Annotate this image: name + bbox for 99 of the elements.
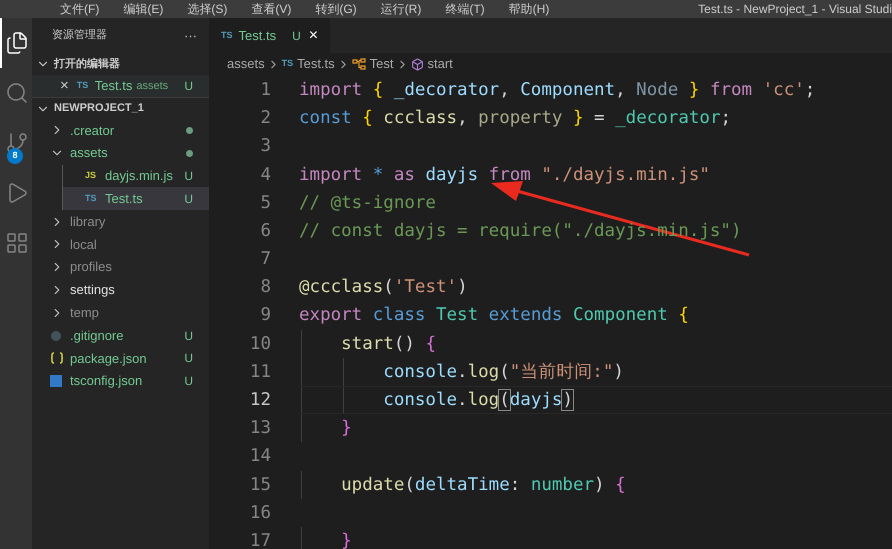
code-line: console.log("当前时间:")	[382, 360, 624, 384]
file-name: library	[70, 212, 106, 231]
line-number: 5	[259, 192, 271, 215]
menu-item[interactable]: 选择(S)	[187, 0, 228, 18]
menu-item[interactable]: 文件(F)	[60, 0, 100, 18]
count-badge: 8	[7, 148, 23, 164]
folder-item[interactable]: profiles	[32, 256, 209, 279]
code-line: // @ts-ignore	[299, 192, 436, 215]
code-line: console.log(dayjs)	[382, 389, 573, 412]
file-name: .creator	[70, 122, 114, 140]
menu-item[interactable]: 转到(G)	[315, 0, 357, 18]
file-name: temp	[70, 304, 99, 322]
config-file-icon	[50, 375, 62, 388]
menu-item[interactable]: 编辑(E)	[123, 0, 164, 18]
line-number: 15	[248, 474, 271, 497]
file-name: settings	[70, 281, 115, 300]
cube-icon	[410, 58, 424, 70]
line-number: 13	[248, 417, 271, 440]
code-line: update(deltaTime: number) {	[340, 474, 626, 497]
file-name: Test.ts	[94, 77, 132, 96]
file-name: .gitignore	[70, 326, 124, 345]
window-title: Test.ts - NewProject_1 - Visual Studi	[698, 1, 892, 18]
file-name: dayjs.min.js	[105, 167, 173, 186]
code-line: }	[340, 417, 352, 440]
folder-hint: assets	[136, 78, 168, 94]
breadcrumb-item[interactable]: start	[428, 54, 453, 74]
code-line: import * as dayjs from "./dayjs.min.js"	[299, 164, 710, 187]
line-number: 6	[259, 220, 271, 243]
file-item[interactable]: tsconfig.json U	[32, 370, 209, 393]
close-button[interactable]: ×	[308, 24, 318, 48]
line-number: 12	[248, 389, 271, 412]
open-editor-item[interactable]: × TS Test.ts assets U	[32, 75, 209, 97]
ts-file-icon: TS	[282, 57, 294, 71]
menu-item[interactable]: 终端(T)	[445, 0, 485, 18]
ts-file-icon: TS	[85, 192, 101, 206]
file-item[interactable]: TS Test.ts U	[63, 187, 209, 210]
folder-item[interactable]: local	[32, 232, 209, 256]
git-status-label: U	[184, 328, 193, 345]
line-number: 2	[259, 107, 271, 130]
files-icon[interactable]	[5, 31, 29, 55]
git-status-label: U	[292, 28, 301, 44]
code-line: const { ccclass, property } = _decorator;	[299, 107, 732, 130]
braces-file-icon	[50, 352, 64, 364]
git-status-label: U	[184, 373, 193, 390]
breadcrumb-item[interactable]: Test.ts	[297, 54, 335, 74]
line-number: 4	[259, 164, 271, 187]
folder-item[interactable]: .creator	[32, 119, 209, 142]
class-icon	[352, 58, 366, 70]
file-name: profiles	[70, 258, 112, 276]
search-icon[interactable]	[5, 81, 29, 105]
git-status-label: U	[184, 168, 193, 185]
line-number: 3	[259, 135, 271, 158]
line-number: 17	[248, 530, 271, 549]
line-number: 9	[259, 304, 271, 328]
file-item[interactable]: JS dayjs.min.js U	[63, 164, 209, 188]
section-header[interactable]: NEWPROJECT_1	[32, 97, 209, 119]
git-status-label: U	[184, 78, 193, 95]
file-item[interactable]: package.json U	[32, 346, 209, 370]
git-status-label: U	[184, 190, 193, 208]
line-number: 8	[259, 276, 271, 300]
grid-icon[interactable]	[5, 231, 29, 255]
file-name: assets	[70, 144, 108, 162]
section-title: NEWPROJECT_1	[54, 101, 144, 116]
breadcrumb-item[interactable]: Test	[370, 54, 394, 74]
folder-item[interactable]: temp	[32, 301, 209, 324]
menu-item[interactable]: 查看(V)	[251, 0, 292, 18]
menu-item[interactable]: 运行(R)	[380, 0, 422, 18]
js-file-icon: JS	[85, 169, 101, 183]
editor-tab[interactable]: TS Test.ts U ×	[209, 18, 330, 53]
git-status-label: U	[184, 350, 193, 368]
more-actions-button[interactable]: ···	[184, 26, 197, 46]
code-line: export class Test extends Component {	[299, 304, 689, 328]
code-line: start() {	[340, 332, 436, 356]
line-number: 14	[248, 445, 271, 468]
breadcrumb-item[interactable]: assets	[227, 54, 265, 74]
sidebar-title: 资源管理器	[52, 28, 107, 44]
section-header[interactable]: 打开的编辑器	[32, 53, 209, 75]
file-name: Test.ts	[105, 190, 143, 208]
file-name: tsconfig.json	[70, 372, 142, 390]
folder-item[interactable]: settings	[32, 278, 209, 302]
menu-item[interactable]: 帮助(H)	[508, 0, 550, 18]
ts-file-icon: TS	[76, 79, 93, 93]
line-number: 11	[248, 360, 271, 384]
file-name: local	[70, 236, 97, 254]
folder-item[interactable]: assets	[32, 142, 209, 165]
ts-file-icon: TS	[221, 28, 233, 42]
file-item[interactable]: .gitignore U	[32, 324, 209, 347]
line-number: 7	[259, 248, 271, 272]
code-line: import { _decorator, Component, Node } from 'cc';	[299, 78, 816, 102]
section-title: 打开的编辑器	[54, 56, 120, 72]
code-line: }	[340, 530, 352, 549]
folder-item[interactable]: library	[32, 210, 209, 233]
line-number: 1	[259, 78, 271, 102]
line-number: 10	[248, 332, 271, 356]
line-number: 16	[248, 502, 271, 525]
close-button[interactable]: ×	[60, 74, 69, 98]
file-name: package.json	[70, 350, 147, 368]
tab-label: Test.ts	[238, 26, 276, 45]
code-line: @ccclass('Test')	[299, 276, 468, 300]
